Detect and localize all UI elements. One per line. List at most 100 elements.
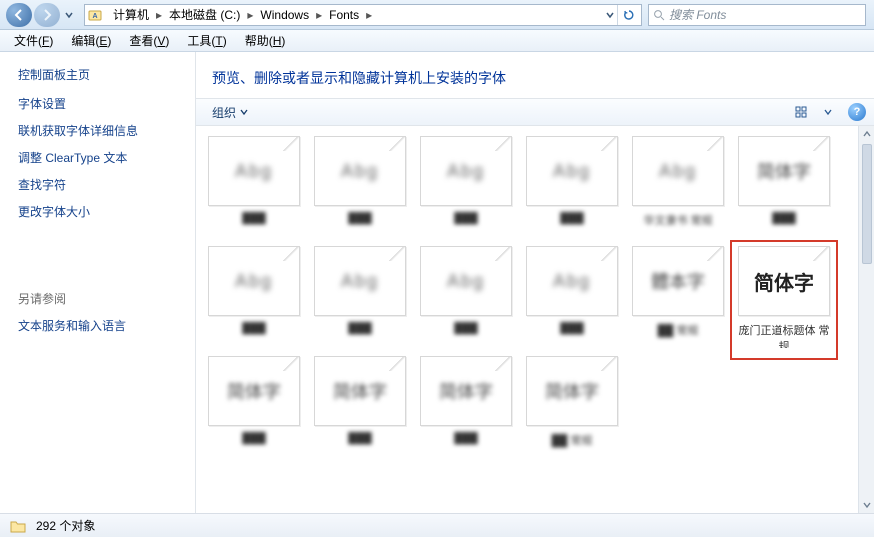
chevron-up-icon (863, 130, 871, 138)
font-label: 华文隶书 常规 (630, 212, 726, 238)
font-preview-text: Abg (341, 271, 379, 292)
font-grid: Abg███Abg███Abg███Abg███Abg华文隶书 常规简体字███… (206, 136, 874, 458)
font-label: ██ 常规 (524, 432, 620, 458)
font-label: ███ (312, 432, 408, 458)
font-tile[interactable]: 简体字 ███ (418, 356, 514, 458)
font-preview: 简体字 (314, 356, 406, 426)
font-label: ███ (206, 212, 302, 238)
sidebar-link[interactable]: 更改字体大小 (18, 203, 183, 220)
font-tile[interactable]: 简体字 ███ (312, 356, 408, 458)
font-tile[interactable]: 简体字 ███ (206, 356, 302, 458)
font-label: ███ (418, 432, 514, 458)
menu-v[interactable]: 查看(V) (121, 30, 177, 51)
menu-t[interactable]: 工具(T) (179, 30, 234, 51)
chevron-down-icon (65, 11, 73, 19)
font-tile[interactable]: 简体字 ██ 常规 (524, 356, 620, 458)
sidebar-heading[interactable]: 控制面板主页 (18, 66, 183, 83)
menu-e[interactable]: 编辑(E) (63, 30, 119, 51)
body: 控制面板主页 字体设置联机获取字体详细信息调整 ClearType 文本查找字符… (0, 52, 874, 513)
search-icon (653, 9, 665, 21)
chevron-down-icon (824, 108, 832, 116)
refresh-icon (623, 9, 635, 21)
font-preview: 简体字 (208, 356, 300, 426)
font-label: ███ (312, 322, 408, 348)
font-preview-text: Abg (341, 161, 379, 182)
refresh-button[interactable] (617, 5, 639, 25)
font-tile[interactable]: 简体字庞门正道标题体 常规 (736, 246, 832, 348)
vertical-scrollbar[interactable] (858, 126, 874, 513)
font-tile[interactable]: Abg███ (312, 136, 408, 238)
font-preview-text: Abg (659, 161, 697, 182)
font-preview: 简体字 (526, 356, 618, 426)
sidebar-link[interactable]: 调整 ClearType 文本 (18, 149, 183, 166)
font-tile[interactable]: 體本字██ 常规 (630, 246, 726, 348)
back-button[interactable] (6, 3, 32, 27)
font-preview-text: 简体字 (757, 158, 811, 184)
organize-button[interactable]: 组织 (204, 102, 256, 123)
view-icon (795, 106, 809, 118)
font-label: ███ (206, 432, 302, 458)
breadcrumb: 计算机▸本地磁盘 (C:)▸Windows▸Fonts▸ (107, 6, 373, 23)
menu-f[interactable]: 文件(F) (6, 30, 61, 51)
font-preview-text: 简体字 (545, 378, 599, 404)
font-label: 庞门正道标题体 常规 (736, 322, 832, 348)
font-tile[interactable]: Abg███ (524, 246, 620, 348)
search-input[interactable]: 搜索 Fonts (648, 4, 866, 26)
breadcrumb-segment[interactable]: 计算机 (107, 6, 155, 24)
menu-h[interactable]: 帮助(H) (237, 30, 294, 51)
font-label: ███ (206, 322, 302, 348)
address-dropdown[interactable] (603, 3, 617, 27)
font-preview-text: Abg (553, 161, 591, 182)
font-preview: 简体字 (738, 136, 830, 206)
arrow-right-icon (41, 9, 53, 21)
scroll-up-button[interactable] (859, 126, 874, 142)
scroll-thumb[interactable] (862, 144, 872, 264)
font-preview-text: 简体字 (439, 378, 493, 404)
status-count: 292 个对象 (36, 517, 95, 534)
breadcrumb-segment[interactable]: Windows (254, 6, 315, 24)
see-also-heading: 另请参阅 (18, 290, 183, 307)
font-preview-text: Abg (447, 161, 485, 182)
toolbar: 组织 ? (196, 98, 874, 126)
chevron-down-icon (240, 108, 248, 116)
breadcrumb-segment[interactable]: Fonts (323, 6, 365, 24)
font-preview-text: Abg (235, 161, 273, 182)
font-tile[interactable]: Abg ███ (206, 246, 302, 348)
font-preview-text: 體本字 (651, 268, 705, 294)
sidebar-link[interactable]: 查找字符 (18, 176, 183, 193)
see-also-link[interactable]: 文本服务和输入语言 (18, 317, 183, 334)
forward-button[interactable] (34, 3, 60, 27)
sidebar-link[interactable]: 联机获取字体详细信息 (18, 122, 183, 139)
fonts-folder-icon: A (87, 7, 103, 23)
scroll-down-button[interactable] (859, 497, 874, 513)
font-label: ███ (418, 322, 514, 348)
breadcrumb-segment[interactable]: 本地磁盘 (C:) (163, 6, 246, 24)
help-button[interactable]: ? (848, 103, 866, 121)
font-tile[interactable]: Abg███ (524, 136, 620, 238)
sidebar-link[interactable]: 字体设置 (18, 95, 183, 112)
font-preview: Abg (526, 136, 618, 206)
folder-icon (10, 519, 26, 533)
content-area: Abg███Abg███Abg███Abg███Abg华文隶书 常规简体字███… (196, 126, 874, 513)
main: 预览、删除或者显示和隐藏计算机上安装的字体 组织 ? Abg███Abg███A… (196, 52, 874, 513)
font-tile[interactable]: Abg ███ (206, 136, 302, 238)
font-tile[interactable]: Abg ███ (312, 246, 408, 348)
font-preview-text: 简体字 (754, 267, 814, 296)
sidebar: 控制面板主页 字体设置联机获取字体详细信息调整 ClearType 文本查找字符… (0, 52, 196, 513)
font-preview: Abg (314, 136, 406, 206)
font-preview-text: Abg (447, 271, 485, 292)
statusbar: 292 个对象 (0, 513, 874, 537)
font-preview-text: Abg (553, 271, 591, 292)
font-preview: Abg (208, 136, 300, 206)
view-dropdown[interactable] (816, 102, 840, 122)
view-mode-button[interactable] (790, 102, 814, 122)
font-label: ███ (418, 212, 514, 238)
font-tile[interactable]: Abg 华文隶书 常规 (630, 136, 726, 238)
font-tile[interactable]: Abg ███ (418, 246, 514, 348)
font-preview-text: 简体字 (227, 378, 281, 404)
nav-history-dropdown[interactable] (62, 3, 76, 27)
font-tile[interactable]: 简体字███ (736, 136, 832, 238)
font-preview-text: Abg (235, 271, 273, 292)
address-bar[interactable]: A 计算机▸本地磁盘 (C:)▸Windows▸Fonts▸ (84, 4, 642, 26)
font-tile[interactable]: Abg ███ (418, 136, 514, 238)
